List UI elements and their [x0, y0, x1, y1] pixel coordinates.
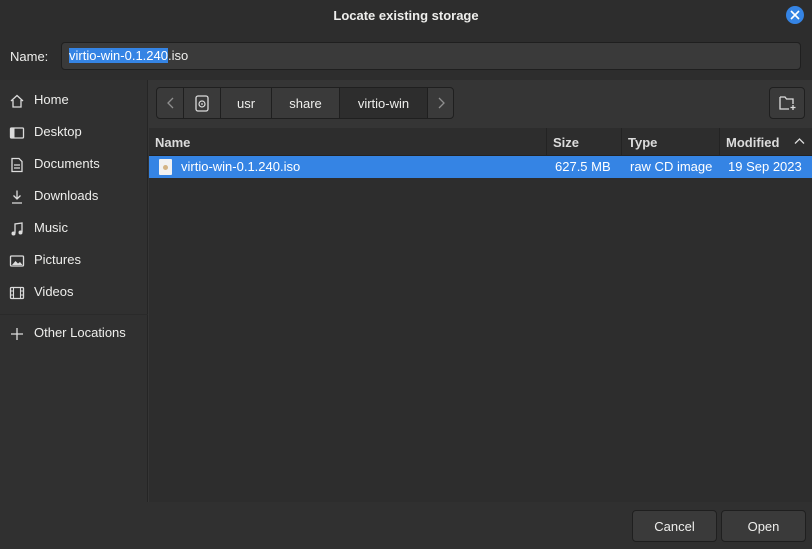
path-segment-usr[interactable]: usr	[220, 87, 272, 119]
path-segment-label: share	[289, 96, 322, 111]
path-forward-button[interactable]	[427, 87, 454, 119]
sidebar-item-videos[interactable]: Videos	[0, 277, 148, 307]
sidebar-item-label: Downloads	[34, 188, 99, 203]
close-icon	[790, 10, 800, 20]
sort-ascending-icon	[794, 138, 805, 144]
chevron-right-icon	[438, 97, 445, 109]
sidebar-item-label: Music	[34, 220, 68, 235]
file-list: Name Size Type Modified virtio-win-0.1.2…	[149, 128, 812, 502]
sidebar-item-pictures[interactable]: Pictures	[0, 245, 148, 275]
column-header-label: Type	[628, 135, 658, 150]
file-size: 627.5 MB	[555, 159, 611, 174]
sidebar-item-label: Pictures	[34, 252, 81, 267]
file-modified: 19 Sep 2023	[728, 159, 802, 174]
home-icon	[10, 94, 24, 108]
pictures-icon	[9, 255, 25, 267]
file-chooser-dialog: Locate existing storage Name: virtio-win…	[0, 0, 812, 549]
sidebar-item-label: Documents	[34, 156, 100, 171]
table-row[interactable]: virtio-win-0.1.240.iso 627.5 MB raw CD i…	[149, 156, 812, 178]
action-bar: Cancel Open	[0, 502, 812, 549]
open-button[interactable]: Open	[721, 510, 806, 542]
column-header-modified[interactable]: Modified	[720, 128, 812, 156]
downloads-icon	[12, 190, 22, 204]
new-folder-button[interactable]	[769, 87, 805, 119]
filename-input[interactable]: virtio-win-0.1.240.iso	[61, 42, 801, 70]
sidebar-item-label: Desktop	[34, 124, 82, 139]
sidebar-item-documents[interactable]: Documents	[0, 149, 148, 179]
file-name: virtio-win-0.1.240.iso	[181, 159, 301, 174]
documents-icon	[11, 157, 23, 173]
column-header-name[interactable]: Name	[149, 128, 547, 156]
column-header-size[interactable]: Size	[547, 128, 622, 156]
drive-icon	[195, 95, 209, 112]
file-list-header: Name Size Type Modified	[149, 128, 812, 156]
sidebar-divider	[0, 314, 148, 315]
column-header-label: Modified	[726, 135, 780, 150]
music-icon	[11, 222, 23, 236]
filename-extension-text: .iso	[168, 48, 189, 63]
column-header-label: Size	[553, 135, 580, 150]
cancel-button-label: Cancel	[654, 519, 695, 534]
file-type: raw CD image	[630, 159, 713, 174]
sidebar-item-label: Videos	[34, 284, 74, 299]
new-folder-icon	[779, 96, 796, 110]
path-segment-label: usr	[236, 96, 256, 111]
column-header-label: Name	[155, 135, 191, 150]
path-root-button[interactable]	[183, 87, 221, 119]
filename-selected-text: virtio-win-0.1.240	[69, 48, 168, 63]
path-segment-label: virtio-win	[357, 96, 410, 111]
path-segment-virtio-win[interactable]: virtio-win	[339, 87, 428, 119]
title-bar: Locate existing storage	[0, 0, 812, 33]
videos-icon	[9, 286, 25, 300]
sidebar-item-label: Home	[34, 92, 69, 107]
open-button-label: Open	[747, 519, 780, 534]
sidebar-item-label: Other Locations	[34, 325, 126, 340]
cancel-button[interactable]: Cancel	[632, 510, 717, 542]
plus-icon	[11, 328, 23, 340]
sidebar-item-desktop[interactable]: Desktop	[0, 117, 148, 147]
window-title: Locate existing storage	[333, 8, 479, 23]
sidebar-item-music[interactable]: Music	[0, 213, 148, 243]
path-back-button[interactable]	[156, 87, 184, 119]
sidebar-item-downloads[interactable]: Downloads	[0, 181, 148, 211]
close-button[interactable]	[786, 6, 804, 24]
column-header-type[interactable]: Type	[622, 128, 720, 156]
sidebar-item-other-locations[interactable]: Other Locations	[0, 318, 148, 348]
desktop-icon	[9, 127, 25, 139]
path-segment-share[interactable]: share	[271, 87, 340, 119]
sidebar-item-home[interactable]: Home	[0, 85, 148, 115]
name-row: Name: virtio-win-0.1.240.iso	[0, 33, 812, 80]
disc-image-file-icon	[159, 159, 172, 175]
name-label: Name:	[10, 49, 49, 64]
chevron-left-icon	[167, 97, 174, 109]
places-sidebar: Home Desktop Documents Downloads Music P…	[0, 80, 148, 502]
